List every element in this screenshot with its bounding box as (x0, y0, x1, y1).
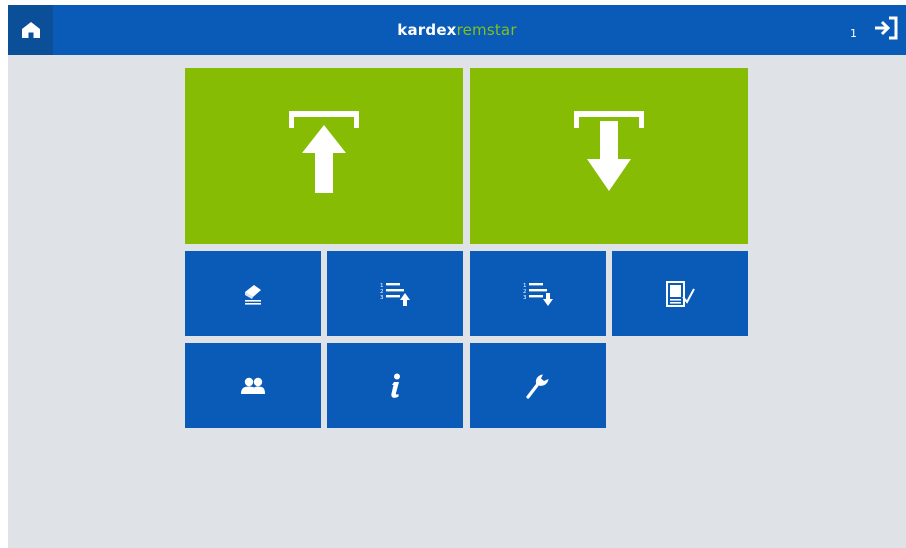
logout-icon (875, 16, 898, 40)
users-button[interactable] (185, 343, 321, 428)
wrench-icon (526, 374, 549, 399)
svg-text:3: 3 (523, 295, 527, 301)
home-icon (21, 22, 40, 38)
brand-logo: kardex remstar (8, 5, 906, 55)
service-button[interactable] (470, 343, 606, 428)
logout-button[interactable] (870, 13, 902, 43)
put-button[interactable] (185, 68, 463, 244)
app-screen: kardex remstar 1 1 2 3 1 2 3 (8, 5, 906, 548)
numbered-list-up-icon: 1 2 3 (380, 282, 410, 306)
svg-text:3: 3 (380, 295, 384, 301)
put-list-button[interactable]: 1 2 3 (327, 251, 463, 336)
info-icon (391, 373, 400, 398)
brand-secondary: remstar (456, 21, 517, 39)
clear-button[interactable] (185, 251, 321, 336)
users-icon (241, 377, 265, 394)
pick-button[interactable] (470, 68, 748, 244)
inventory-button[interactable] (612, 251, 748, 336)
info-button[interactable] (327, 343, 463, 428)
brand-primary: kardex (397, 21, 457, 39)
eraser-icon (245, 284, 261, 305)
pick-list-button[interactable]: 1 2 3 (470, 251, 606, 336)
numbered-list-down-icon: 1 2 3 (523, 282, 553, 306)
pick-arrow-down-icon (574, 111, 644, 191)
document-check-icon (666, 280, 695, 307)
put-arrow-up-icon (289, 111, 359, 193)
user-count: 1 (850, 27, 857, 40)
top-bar: kardex remstar 1 (8, 5, 906, 55)
home-button[interactable] (8, 5, 53, 55)
